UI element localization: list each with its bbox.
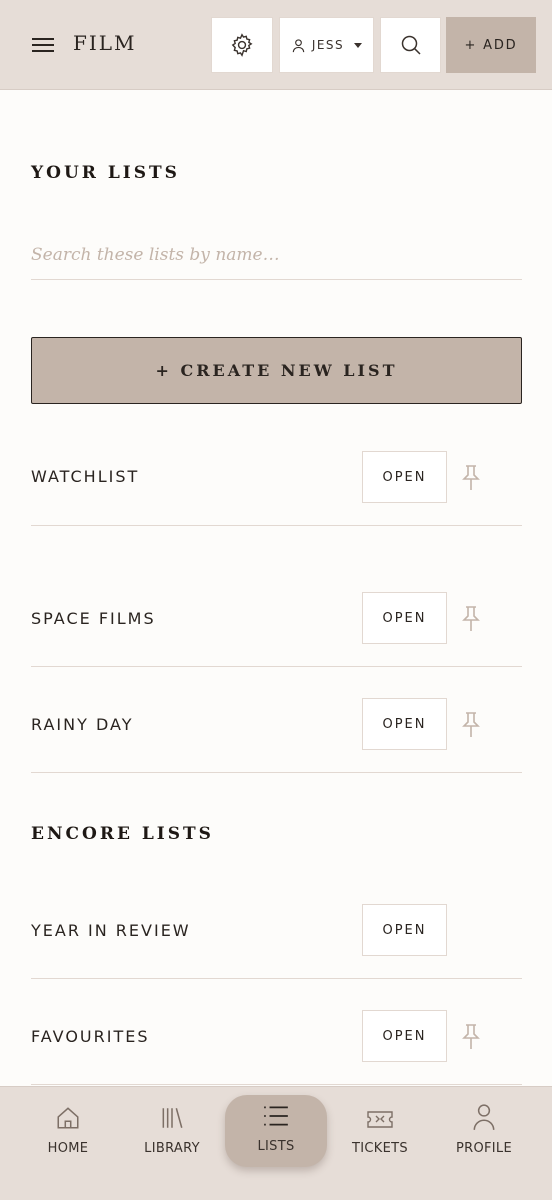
your-lists-heading: YOUR LISTS: [31, 163, 180, 183]
search-button[interactable]: [380, 17, 441, 73]
open-list-button[interactable]: OPEN: [362, 1010, 447, 1062]
profile-icon: [473, 1104, 495, 1130]
top-app-bar: FILM JESS + ADD: [0, 0, 552, 90]
ticket-icon: [367, 1111, 393, 1128]
pin-icon[interactable]: [459, 1023, 483, 1051]
list-item: RAINY DAY OPEN: [31, 667, 522, 773]
search-icon: [401, 35, 421, 55]
nav-label: HOME: [47, 1141, 89, 1156]
list-item: SPACE FILMS OPEN: [31, 561, 522, 667]
nav-home[interactable]: HOME: [18, 1097, 118, 1167]
pin-icon[interactable]: [459, 605, 483, 633]
list-icon: [264, 1106, 288, 1126]
settings-button[interactable]: [211, 17, 273, 73]
nav-lists[interactable]: LISTS: [225, 1095, 327, 1167]
bottom-navigation: HOME LIBRARY LISTS TICKETS PROFILE: [0, 1086, 552, 1200]
open-list-button[interactable]: OPEN: [362, 592, 447, 644]
nav-label: LISTS: [257, 1139, 295, 1154]
list-item-name: RAINY DAY: [31, 715, 134, 734]
home-icon: [57, 1107, 79, 1129]
list-search-input[interactable]: [31, 230, 522, 280]
menu-icon[interactable]: [32, 38, 56, 54]
app-title: FILM: [73, 31, 137, 55]
library-icon: [162, 1108, 183, 1128]
gear-icon: [231, 33, 253, 57]
list-item-name: FAVOURITES: [31, 1027, 150, 1046]
create-new-list-button[interactable]: + CREATE NEW LIST: [31, 337, 522, 404]
nav-tickets[interactable]: TICKETS: [330, 1097, 430, 1167]
nav-label: TICKETS: [352, 1141, 408, 1156]
pin-icon[interactable]: [459, 464, 483, 492]
open-list-button[interactable]: OPEN: [362, 698, 447, 750]
list-item: WATCHLIST OPEN: [31, 420, 522, 526]
list-item-name: SPACE FILMS: [31, 609, 156, 628]
user-switcher-button[interactable]: JESS: [279, 17, 374, 73]
user-icon: [292, 38, 305, 52]
list-item: YEAR IN REVIEW OPEN: [31, 873, 522, 979]
add-button[interactable]: + ADD: [446, 17, 536, 73]
list-item-name: YEAR IN REVIEW: [31, 921, 191, 940]
pin-icon[interactable]: [459, 711, 483, 739]
open-list-button[interactable]: OPEN: [362, 451, 447, 503]
chevron-down-icon: [354, 42, 363, 48]
nav-label: LIBRARY: [144, 1141, 200, 1156]
list-item-name: WATCHLIST: [31, 467, 140, 486]
encore-lists-heading: ENCORE LISTS: [31, 824, 214, 844]
open-list-button[interactable]: OPEN: [362, 904, 447, 956]
nav-label: PROFILE: [456, 1141, 512, 1156]
nav-profile[interactable]: PROFILE: [434, 1097, 534, 1167]
nav-library[interactable]: LIBRARY: [122, 1097, 222, 1167]
user-name: JESS: [311, 38, 345, 52]
list-item: FAVOURITES OPEN: [31, 979, 522, 1085]
